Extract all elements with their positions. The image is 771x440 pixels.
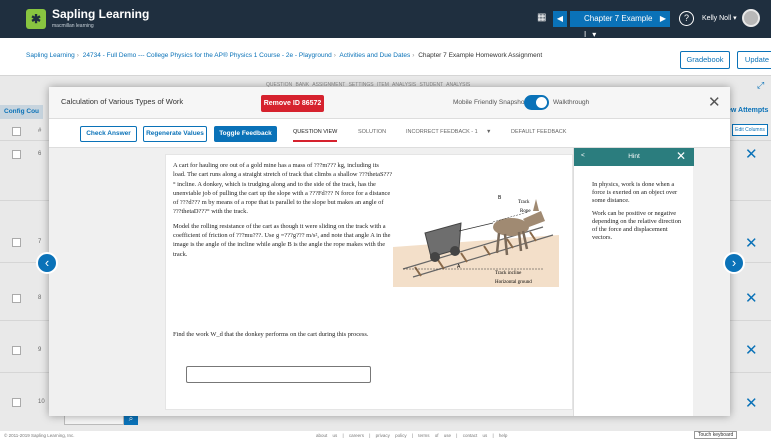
question-preview-modal: Calculation of Various Types of Work Rem… [49, 87, 730, 416]
mobile-snapshot-label: Mobile Friendly Snapshot [453, 99, 527, 106]
row-number: # [38, 128, 42, 134]
new-attempts-column-header: ew Attempts [727, 107, 769, 114]
label-horizontal-ground: Horizontal ground [495, 280, 532, 285]
hint-paragraph-2: Work can be positive or negative dependi… [592, 209, 682, 242]
breadcrumb-item-home[interactable]: Sapling Learning [26, 52, 75, 59]
remove-row-icon[interactable]: ✕ [745, 341, 758, 359]
hint-close-icon[interactable]: ✕ [676, 149, 686, 163]
donkey-cart-figure: B Track Rope A Track incline Horizontal … [393, 195, 559, 287]
row-number: 9 [38, 347, 42, 353]
breadcrumb-item-course[interactable]: 24734 - Full Demo --- College Physics fo… [83, 52, 332, 59]
question-prompt: Find the work W_d that the donkey perfor… [173, 331, 369, 338]
copyright-text: © 2011-2019 Sapling Learning, Inc. [4, 433, 75, 438]
remove-row-icon[interactable]: ✕ [745, 145, 758, 163]
tab-question-view[interactable]: QUESTION VIEW [293, 129, 338, 142]
breadcrumb: Sapling Learning › 24734 - Full Demo --- … [26, 52, 542, 59]
cart-wheel [430, 252, 440, 262]
toggle-feedback-button[interactable]: Toggle Feedback [214, 126, 277, 142]
label-b: B [498, 195, 502, 201]
remove-question-button[interactable]: Remove ID 86572 [261, 95, 324, 112]
row-number: 7 [38, 239, 42, 245]
update-button[interactable]: Update [737, 51, 771, 69]
label-rope: Rope [520, 209, 531, 214]
gradebook-button[interactable]: Gradebook [680, 51, 730, 69]
row-checkbox[interactable] [12, 238, 21, 247]
remove-row-icon[interactable]: ✕ [745, 289, 758, 307]
avatar[interactable] [742, 9, 760, 27]
breadcrumb-item-current: Chapter 7 Example Homework Assignment [418, 52, 543, 59]
label-track-incline: Track incline [495, 271, 522, 276]
modal-body: A cart for hauling ore out of a gold min… [49, 148, 730, 416]
tab-incorrect-feedback[interactable]: INCORRECT FEEDBACK - 1 [406, 129, 478, 135]
user-menu[interactable]: Kelly Noll ▾ [702, 14, 737, 22]
row-number: 6 [38, 151, 42, 157]
regenerate-values-button[interactable]: Regenerate Values [143, 126, 207, 142]
hint-header: < Hint ✕ [574, 148, 694, 166]
modal-header: Calculation of Various Types of Work Rem… [49, 87, 730, 119]
touch-keyboard-button[interactable]: Touch keyboard [694, 431, 738, 439]
question-paragraph-2: Model the rolling resistance of the cart… [173, 222, 391, 258]
row-checkbox[interactable] [12, 150, 21, 159]
row-checkbox[interactable] [12, 294, 21, 303]
close-icon[interactable]: ✕ [708, 93, 721, 111]
breadcrumb-separator: › [412, 52, 415, 59]
remove-row-icon[interactable]: ✕ [745, 394, 758, 412]
breadcrumb-separator: › [333, 52, 336, 59]
hint-panel: < Hint ✕ In physics, work is done when a… [573, 148, 694, 416]
table-column-headers[interactable]: Config Cou [0, 105, 44, 119]
label-track: Track [518, 200, 530, 205]
expand-icon[interactable]: ⤢ [757, 80, 764, 91]
breadcrumb-item-activities[interactable]: Activities and Due Dates [339, 52, 410, 59]
brand-name[interactable]: Sapling Learning [52, 7, 149, 21]
row-checkbox[interactable] [12, 346, 21, 355]
hint-text: In physics, work is done when a force is… [592, 181, 687, 246]
grid-icon[interactable]: ▦ [537, 12, 546, 23]
previous-question-button[interactable]: ‹ [36, 252, 58, 274]
top-navbar: ✱ Sapling Learning macmillan learning ▦ … [0, 0, 771, 39]
page-footer: © 2011-2019 Sapling Learning, Inc. about… [0, 431, 771, 440]
sapling-logo-icon[interactable]: ✱ [26, 9, 46, 29]
ground-shape [393, 235, 559, 287]
previous-assignment-button[interactable]: ◀ [553, 11, 567, 27]
assignment-select[interactable]: Chapter 7 Example I ▾ [570, 11, 665, 39]
breadcrumb-bar: Sapling Learning › 24734 - Full Demo --- … [0, 38, 771, 76]
walkthrough-toggle[interactable] [524, 95, 549, 110]
tab-solution[interactable]: SOLUTION [358, 129, 386, 135]
help-icon[interactable]: ? [679, 11, 694, 26]
question-paragraph-1: A cart for hauling ore out of a gold min… [173, 162, 393, 216]
row-number: 8 [38, 295, 42, 301]
modal-title: Calculation of Various Types of Work [61, 97, 184, 106]
donkey-ear [533, 199, 539, 211]
row-checkbox[interactable] [12, 127, 21, 136]
check-answer-button[interactable]: Check Answer [80, 126, 137, 142]
row-checkbox[interactable] [12, 398, 21, 407]
next-assignment-button[interactable]: ▶ [656, 11, 670, 27]
next-question-button[interactable]: › [723, 252, 745, 274]
tab-default-feedback[interactable]: DEFAULT FEEDBACK [511, 129, 566, 135]
question-text: A cart for hauling ore out of a gold min… [173, 161, 393, 264]
footer-links[interactable]: about us | careers | privacy policy | te… [316, 433, 507, 438]
row-number: 10 [38, 399, 45, 405]
edit-columns-button[interactable]: Edit Columns [732, 124, 768, 136]
walkthrough-label: Walkthrough [553, 99, 590, 106]
brand-subtitle: macmillan learning [52, 23, 94, 29]
answer-input[interactable] [186, 366, 371, 383]
cart-wheel [450, 246, 460, 256]
breadcrumb-separator: › [76, 52, 79, 59]
hint-paragraph-1: In physics, work is done when a force is… [592, 181, 678, 205]
feedback-dropdown-icon[interactable]: ▼ [486, 129, 491, 135]
toggle-knob [536, 97, 547, 108]
rope-line [458, 222, 494, 232]
question-content: A cart for hauling ore out of a gold min… [165, 154, 573, 410]
modal-toolbar: Check Answer Regenerate Values Toggle Fe… [49, 119, 730, 148]
remove-row-icon[interactable]: ✕ [745, 234, 758, 252]
